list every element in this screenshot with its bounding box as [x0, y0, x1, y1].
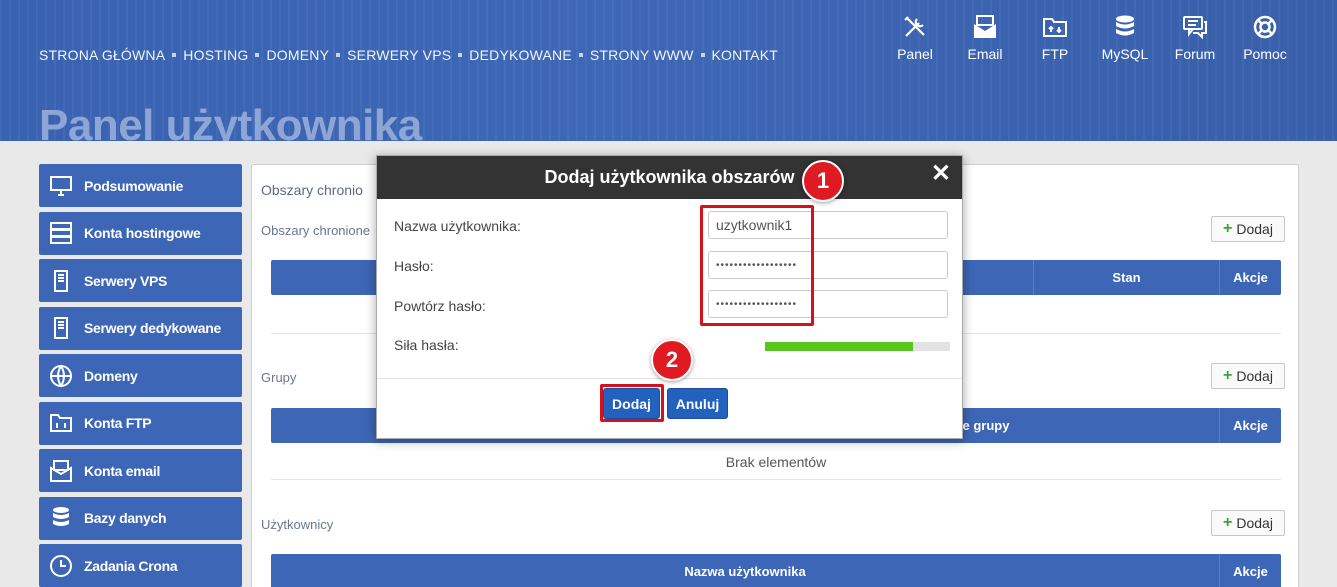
password-label: Hasło: — [394, 258, 434, 274]
cancel-button[interactable]: Anuluj — [667, 388, 728, 419]
annotation-badge-1: 1 — [802, 160, 844, 202]
highlight-fields — [700, 205, 814, 326]
annotation-badge-2: 2 — [651, 339, 693, 381]
add-user-dialog: Dodaj użytkownika obszarów ✕ Nazwa użytk… — [376, 155, 963, 439]
repeat-password-label: Powtórz hasło: — [394, 298, 486, 314]
highlight-submit — [600, 384, 664, 422]
username-label: Nazwa użytkownika: — [394, 218, 521, 234]
strength-label: Siła hasła: — [394, 337, 459, 353]
password-strength-bar — [765, 342, 950, 351]
dialog-header: Dodaj użytkownika obszarów ✕ — [377, 156, 962, 199]
close-icon[interactable]: ✕ — [931, 159, 951, 188]
dialog-title: Dodaj użytkownika obszarów — [544, 167, 795, 187]
password-strength-fill — [765, 342, 913, 351]
modal-overlay: Dodaj użytkownika obszarów ✕ Nazwa użytk… — [0, 0, 1337, 587]
